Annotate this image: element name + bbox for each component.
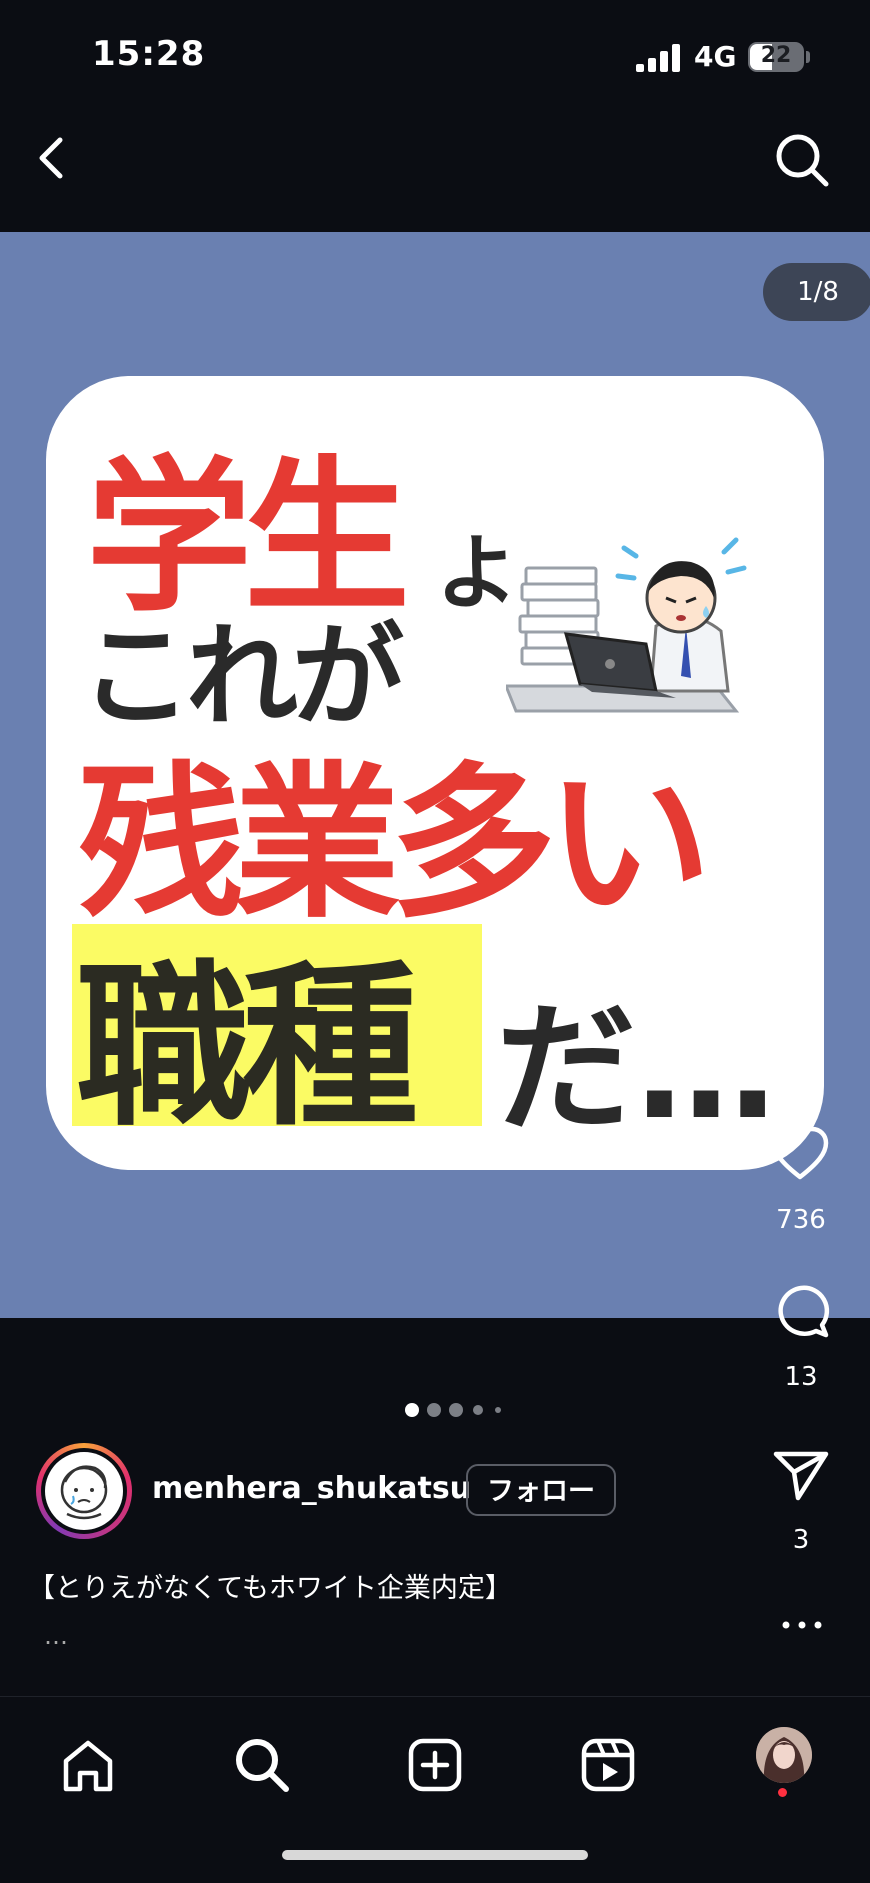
notification-dot [778, 1788, 787, 1797]
battery-icon: 22 [748, 42, 804, 72]
nav-search[interactable] [232, 1735, 292, 1795]
nav-home[interactable] [58, 1735, 118, 1795]
search-icon [776, 134, 829, 187]
search-icon [236, 1739, 289, 1792]
username[interactable]: menhera_shukatsu [152, 1471, 471, 1506]
profile-photo [756, 1727, 812, 1783]
more-icon [782, 1621, 822, 1629]
share-button[interactable] [772, 1448, 830, 1502]
like-count: 736 [776, 1205, 826, 1235]
post-caption[interactable]: 【とりえがなくてもホワイト企業内定】 [28, 1566, 512, 1605]
slide-text-occupation: 職種 [76, 945, 418, 1150]
plus-square-icon [408, 1738, 462, 1792]
search-button[interactable] [772, 130, 832, 190]
chevron-left-icon [39, 137, 63, 179]
caption-more[interactable]: … [44, 1622, 68, 1650]
status-time: 15:28 [92, 34, 206, 74]
overworked-worker-illustration [506, 537, 747, 713]
send-icon [773, 1451, 829, 1501]
slide-card: 学生 よ、 これが 残業多い 職種 だ… [46, 376, 824, 1170]
signal-icon [636, 44, 680, 72]
nav-profile-avatar[interactable] [756, 1727, 812, 1783]
back-button[interactable] [30, 130, 74, 186]
home-icon [63, 1740, 113, 1792]
share-count: 3 [792, 1525, 810, 1555]
comment-icon [778, 1285, 830, 1338]
comment-count: 13 [784, 1362, 818, 1392]
home-indicator[interactable] [282, 1850, 588, 1860]
like-button[interactable] [770, 1125, 830, 1183]
follow-button[interactable]: フォロー [466, 1464, 616, 1516]
nav-reels[interactable] [578, 1735, 638, 1795]
heart-icon [771, 1126, 829, 1180]
battery-nub [806, 51, 810, 63]
avatar-illustration [60, 1465, 108, 1520]
slide-counter: 1/8 [763, 263, 870, 321]
more-options-button[interactable] [780, 1610, 824, 1640]
carousel-page-dots [405, 1403, 501, 1417]
comment-button[interactable] [772, 1283, 830, 1341]
battery-level: 22 [760, 43, 792, 68]
reels-icon [581, 1738, 635, 1792]
nav-create[interactable] [405, 1735, 465, 1795]
network-type: 4G [694, 40, 737, 73]
user-avatar[interactable] [36, 1443, 132, 1539]
slide-text-da: だ… [496, 988, 777, 1151]
